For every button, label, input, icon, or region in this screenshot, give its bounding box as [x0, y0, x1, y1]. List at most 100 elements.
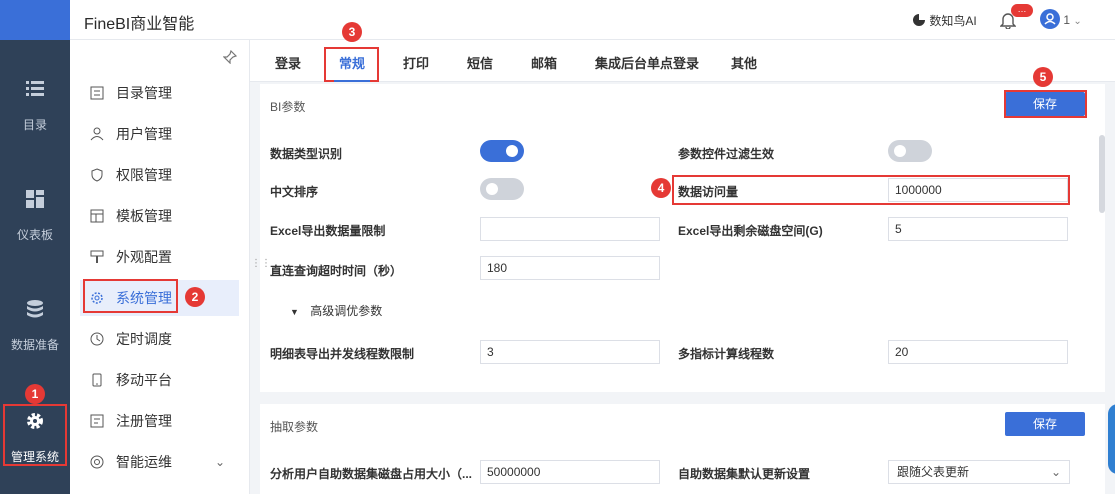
sidebar-item-label: 定时调度 — [116, 331, 172, 347]
extract-params-card: 抽取参数 保存 分析用户自助数据集磁盘占用大小（... 50000000 自助数… — [260, 404, 1105, 494]
user-icon — [90, 127, 104, 141]
sidebar-item-label: 移动平台 — [116, 372, 172, 388]
sidebar-item-label: 用户管理 — [116, 126, 172, 142]
step-marker-4: 4 — [651, 178, 671, 198]
advanced-toggle[interactable]: ▼ 高级调优参数 — [290, 302, 382, 319]
direct-timeout-label: 直连查询超时时间（秒） — [270, 264, 403, 278]
bi-params-title: BI参数 — [270, 100, 306, 114]
chevron-down-icon: ⌄ — [1073, 16, 1082, 27]
clock-icon — [90, 332, 104, 346]
sidebar-item-label: 系统管理 — [116, 290, 172, 306]
disk-usage-input[interactable]: 50000000 — [480, 460, 660, 484]
detail-threads-label: 明细表导出并发线程数限制 — [270, 347, 415, 361]
user-menu[interactable]: 1 ⌄ — [1040, 9, 1082, 29]
cn-sort-label: 中文排序 — [270, 185, 319, 199]
rail-label-data-prep: 数据准备 — [10, 338, 59, 352]
step-marker-3: 3 — [342, 22, 362, 42]
sidebar-item-label: 权限管理 — [116, 167, 172, 183]
sidebar-item-ops[interactable]: 智能运维 ⌄ — [70, 444, 250, 480]
rail-item-admin[interactable]: 管理系统 — [0, 404, 70, 466]
admin-sidebar: 目录管理 用户管理 权限管理 模板管理 外观配置 系统管理 定时调度 移动平台 … — [70, 40, 250, 494]
notification-badge: … — [1011, 4, 1033, 17]
highlight-box-tab — [324, 47, 379, 82]
user-label: 1 — [1063, 13, 1071, 27]
direct-timeout-input[interactable]: 180 — [480, 256, 660, 280]
ai-bird-icon — [913, 14, 925, 26]
sidebar-item-label: 外观配置 — [116, 249, 172, 265]
extract-save-button[interactable]: 保存 — [1005, 412, 1085, 436]
tab-bar: 登录 常规 打印 短信 邮箱 集成后台单点登录 其他 — [250, 40, 1115, 82]
rail-label-catalog: 目录 — [22, 118, 47, 132]
top-header: FineBI商业智能 数知鸟AI … 1 ⌄ — [70, 0, 1115, 40]
floating-assistant-button[interactable] — [1108, 404, 1115, 474]
main-content: 登录 常规 打印 短信 邮箱 集成后台单点登录 其他 BI参数 保存 数据类型识… — [250, 40, 1115, 494]
param-filter-label: 参数控件过滤生效 — [678, 147, 775, 161]
toggle-knob — [506, 145, 518, 157]
rail-item-catalog[interactable]: 目录 — [0, 78, 70, 133]
data-type-label: 数据类型识别 — [270, 147, 343, 161]
caret-down-icon: ▼ — [290, 307, 299, 317]
sidebar-item-catalog[interactable]: 目录管理 — [70, 75, 250, 111]
multi-metric-input[interactable]: 20 — [888, 340, 1068, 364]
highlight-box-admin — [3, 404, 67, 466]
sidebar-item-label: 模板管理 — [116, 208, 172, 224]
sidebar-item-templates[interactable]: 模板管理 — [70, 198, 250, 234]
settings-icon — [91, 292, 103, 304]
ops-icon — [90, 455, 104, 469]
scrollbar-thumb[interactable] — [1099, 135, 1105, 213]
tab-sms[interactable]: 短信 — [467, 53, 493, 72]
chevron-down-icon: ⌄ — [1050, 465, 1061, 479]
update-setting-value: 跟随父表更新 — [897, 465, 970, 479]
rail-item-dashboard[interactable]: 仪表板 — [0, 188, 70, 243]
sidebar-item-label: 注册管理 — [116, 413, 172, 429]
highlight-box-data-access — [672, 175, 1070, 205]
ai-label: 数知鸟AI — [929, 14, 977, 28]
update-setting-label: 自助数据集默认更新设置 — [678, 467, 811, 481]
shield-icon — [91, 168, 103, 182]
sidebar-item-registration[interactable]: 注册管理 — [70, 403, 250, 439]
ai-assistant-button[interactable]: 数知鸟AI — [912, 12, 977, 29]
sidebar-item-schedule[interactable]: 定时调度 — [70, 321, 250, 357]
multi-metric-label: 多指标计算线程数 — [678, 347, 775, 361]
active-tab-underline — [334, 80, 370, 82]
sidebar-item-mobile[interactable]: 移动平台 — [70, 362, 250, 398]
disk-usage-label: 分析用户自助数据集磁盘占用大小（... — [270, 467, 473, 481]
advanced-label: 高级调优参数 — [310, 304, 383, 318]
avatar-icon — [1040, 9, 1060, 29]
toggle-knob — [894, 145, 906, 157]
sidebar-item-permissions[interactable]: 权限管理 — [70, 157, 250, 193]
extract-params-title: 抽取参数 — [270, 420, 319, 434]
tab-login[interactable]: 登录 — [275, 53, 301, 72]
cn-sort-toggle[interactable] — [480, 178, 524, 200]
step-marker-5: 5 — [1033, 67, 1053, 87]
bi-params-card: BI参数 保存 数据类型识别 参数控件过滤生效 中文排序 数据访问量 10000… — [260, 84, 1105, 392]
chevron-down-icon[interactable]: ⌄ — [215, 444, 225, 480]
drag-handle-icon[interactable]: ⋮⋮ — [251, 258, 271, 269]
dashboard-icon — [26, 190, 44, 208]
registration-icon — [90, 414, 104, 428]
sidebar-item-label: 智能运维 — [116, 454, 172, 470]
excel-disk-label: Excel导出剩余磁盘空间(G) — [678, 224, 823, 238]
excel-disk-input[interactable]: 5 — [888, 217, 1068, 241]
rail-item-data-prep[interactable]: 数据准备 — [0, 298, 70, 353]
detail-threads-input[interactable]: 3 — [480, 340, 660, 364]
brush-icon — [90, 250, 104, 263]
pin-icon[interactable] — [223, 50, 237, 64]
tab-print[interactable]: 打印 — [403, 53, 429, 72]
data-type-toggle[interactable] — [480, 140, 524, 162]
sidebar-item-label: 目录管理 — [116, 85, 172, 101]
tab-email[interactable]: 邮箱 — [531, 53, 557, 72]
app-root: 目录 仪表板 数据准备 管理系统 FineBI商业智能 数知鸟AI … 1 ⌄ … — [0, 0, 1115, 494]
excel-limit-input[interactable] — [480, 217, 660, 241]
sidebar-item-appearance[interactable]: 外观配置 — [70, 239, 250, 275]
tab-sso[interactable]: 集成后台单点登录 — [595, 53, 699, 72]
update-setting-select[interactable]: 跟随父表更新 ⌄ — [888, 460, 1070, 484]
brand-title: FineBI商业智能 — [84, 16, 195, 33]
param-filter-toggle[interactable] — [888, 140, 932, 162]
tab-other[interactable]: 其他 — [731, 53, 757, 72]
sidebar-item-system[interactable]: 系统管理 — [80, 279, 239, 316]
rail-label-dashboard: 仪表板 — [16, 228, 53, 242]
sidebar-item-users[interactable]: 用户管理 — [70, 116, 250, 152]
catalog-icon — [90, 86, 104, 100]
rail-logo-area — [0, 0, 70, 40]
